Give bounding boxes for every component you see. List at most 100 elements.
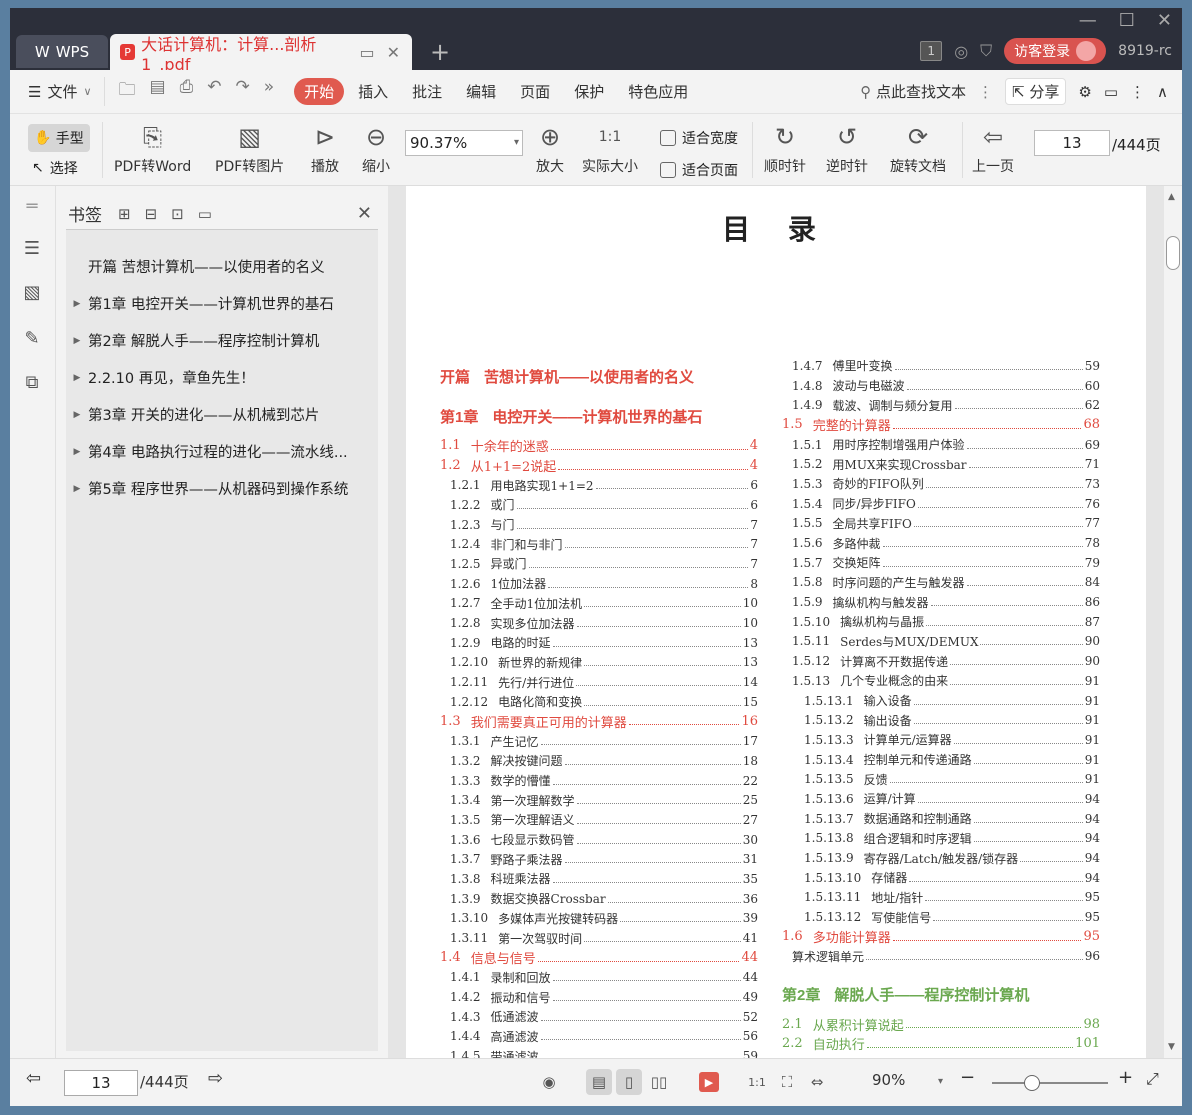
- image-extract-icon[interactable]: ⧉: [21, 372, 43, 394]
- bookmark-item[interactable]: ▶ 第5章 程序世界——从机器码到操作系统: [66, 470, 378, 507]
- toc-entry[interactable]: 1.2.6 1位加法器 8: [440, 574, 758, 594]
- monitor-icon[interactable]: ▭: [359, 43, 374, 62]
- toc-entry[interactable]: 1.4.5 带通滤波 59: [440, 1046, 758, 1058]
- fullscreen-icon[interactable]: ⤢: [1146, 1069, 1159, 1089]
- toc-entry[interactable]: 1.2.8 实现多位加法器 10: [440, 613, 758, 633]
- guest-login-button[interactable]: 访客登录: [1004, 38, 1107, 64]
- toc-entry[interactable]: 1.2.4 非门和与非门 7: [440, 534, 758, 554]
- tab-document[interactable]: P 大话计算机：计算...剖析1_.pdf ▭ ✕: [110, 34, 412, 74]
- close-window-icon[interactable]: ✕: [1157, 10, 1172, 31]
- toc-entry[interactable]: 1.4.9 载波、调制与频分复用 62: [782, 395, 1100, 415]
- expand-all-icon[interactable]: ⊞: [118, 205, 131, 223]
- toc-entry[interactable]: 1.5.9 擒纵机构与触发器 86: [782, 592, 1100, 612]
- zoom-slider[interactable]: [992, 1075, 1108, 1091]
- rotate-document-button[interactable]: ⟳ 旋转文档: [890, 122, 946, 176]
- collapse-handle-icon[interactable]: ═: [21, 196, 43, 218]
- scroll-up-icon[interactable]: ▲: [1168, 192, 1175, 202]
- continuous-view-icon[interactable]: ▯: [616, 1069, 642, 1095]
- toc-entry[interactable]: 1.5.2 用MUX来实现Crossbar 71: [782, 454, 1100, 474]
- expand-arrow-icon[interactable]: ▶: [66, 410, 88, 420]
- toc-entry[interactable]: 1.5.13 几个专业概念的由来 91: [782, 671, 1100, 691]
- expand-arrow-icon[interactable]: ▶: [66, 299, 88, 309]
- undo-icon[interactable]: ↶: [207, 77, 221, 106]
- save-icon[interactable]: ▤: [150, 77, 166, 106]
- toc-chapter-heading[interactable]: 第2章 解脱人手——程序控制计算机: [782, 974, 1100, 1014]
- play-slideshow-icon[interactable]: ▶: [699, 1072, 719, 1092]
- toc-entry[interactable]: 1.5.13.4 控制单元和传递通路 91: [782, 750, 1100, 770]
- toc-entry[interactable]: 1.3.2 解决按键问题 18: [440, 751, 758, 771]
- bookmark-list-icon[interactable]: ☰: [21, 238, 43, 260]
- collapse-all-icon[interactable]: ⊟: [145, 205, 158, 223]
- toc-entry[interactable]: 1.4.4 高通滤波 56: [440, 1027, 758, 1047]
- toc-entry[interactable]: 1.3 我们需要真正可用的计算器 16: [440, 712, 758, 732]
- toc-entry[interactable]: 1.5.13.3 计算单元/运算器 91: [782, 730, 1100, 750]
- tab-protect[interactable]: 保护: [564, 78, 614, 105]
- find-text-button[interactable]: ⚲ 点此查找文本: [860, 81, 966, 102]
- toc-entry[interactable]: 1.3.3 数学的懵懂 22: [440, 771, 758, 791]
- toc-entry[interactable]: 1.3.5 第一次理解语义 27: [440, 810, 758, 830]
- window-count-badge[interactable]: 1: [920, 41, 943, 61]
- toc-entry[interactable]: 1.2.10 新世界的新规律 13: [440, 653, 758, 673]
- toc-entry[interactable]: 1.4.8 波动与电磁波 60: [782, 376, 1100, 396]
- close-tab-icon[interactable]: ✕: [387, 43, 400, 62]
- vertical-dots-icon[interactable]: ⋮: [978, 83, 993, 101]
- toc-entry[interactable]: 1.4.7 傅里叶变换 59: [782, 356, 1100, 376]
- toc-entry[interactable]: 1.2.3 与门 7: [440, 515, 758, 535]
- toc-entry[interactable]: 1.5.13.2 输出设备 91: [782, 710, 1100, 730]
- toc-entry[interactable]: 1.5.13.8 组合逻辑和时序逻辑 94: [782, 829, 1100, 849]
- toc-entry[interactable]: 1.5.8 时序问题的产生与触发器 84: [782, 573, 1100, 593]
- fit-page-icon[interactable]: ⛶: [774, 1069, 800, 1095]
- zoom-slider-knob[interactable]: [1024, 1075, 1040, 1091]
- toc-entry[interactable]: 1.5.4 同步/异步FIFO 76: [782, 494, 1100, 514]
- prev-page-arrow-icon[interactable]: ⇦: [26, 1068, 41, 1089]
- actual-size-icon[interactable]: 1:1: [744, 1069, 770, 1095]
- toc-entry[interactable]: 2.2 自动执行 101: [782, 1034, 1100, 1054]
- toc-entry[interactable]: 1.2.12 电路化简和变换 15: [440, 692, 758, 712]
- annotation-icon[interactable]: ✎: [21, 328, 43, 350]
- tab-page[interactable]: 页面: [510, 78, 560, 105]
- toc-entry[interactable]: 1.3.4 第一次理解数学 25: [440, 790, 758, 810]
- scrollbar-thumb[interactable]: [1166, 236, 1180, 270]
- toc-entry[interactable]: 1.3.10 多媒体声光按键转码器 39: [440, 909, 758, 929]
- minimize-icon[interactable]: —: [1079, 10, 1097, 31]
- toc-chapter-heading[interactable]: 第1章 电控开关——计算机世界的基石: [440, 396, 758, 436]
- shirt-icon[interactable]: ⛉: [980, 41, 992, 61]
- select-tool-button[interactable]: ↖ 选择: [32, 158, 78, 178]
- pdf-to-word-button[interactable]: ⎘ PDF转Word: [114, 122, 191, 176]
- bookmark-item[interactable]: ▶ 第1章 电控开关——计算机世界的基石: [66, 285, 378, 322]
- double-page-view-icon[interactable]: ▯▯: [646, 1069, 672, 1095]
- fit-width-button[interactable]: 适合宽度: [660, 128, 738, 148]
- scroll-down-icon[interactable]: ▼: [1168, 1042, 1175, 1052]
- toc-entry[interactable]: 1.5.12 计算离不开数据传递 90: [782, 651, 1100, 671]
- tab-features[interactable]: 特色应用: [618, 78, 698, 105]
- bookmark-item[interactable]: ▶ 第2章 解脱人手——程序控制计算机: [66, 322, 378, 359]
- toc-entry[interactable]: 1.5.13.5 反馈 91: [782, 769, 1100, 789]
- vertical-scrollbar[interactable]: ▲ ▼: [1164, 186, 1182, 1058]
- toc-entry[interactable]: 算术逻辑单元 96: [782, 947, 1100, 967]
- new-tab-button[interactable]: +: [430, 38, 450, 66]
- open-folder-icon[interactable]: 🗀: [119, 77, 136, 106]
- toc-entry[interactable]: 1.3.7 野路子乘法器 31: [440, 849, 758, 869]
- next-page-arrow-icon[interactable]: ⇨: [208, 1068, 223, 1089]
- skin-icon[interactable]: ◎: [954, 42, 968, 61]
- toc-entry[interactable]: 1.5.13.11 地址/指针 95: [782, 888, 1100, 908]
- toc-entry[interactable]: 1.1 十余年的迷惑 4: [440, 436, 758, 456]
- zoom-out-button[interactable]: ⊖ 缩小: [362, 122, 390, 176]
- toc-entry[interactable]: 1.5.13.6 运算/计算 94: [782, 789, 1100, 809]
- toc-entry[interactable]: 1.5 完整的计算器 68: [782, 415, 1100, 435]
- toc-entry[interactable]: 1.5.5 全局共享FIFO 77: [782, 514, 1100, 534]
- fit-page-button[interactable]: 适合页面: [660, 160, 738, 180]
- toc-entry[interactable]: 1.3.11 第一次驾驭时间 41: [440, 928, 758, 948]
- toc-entry[interactable]: 1.2.2 或门 6: [440, 495, 758, 515]
- more-icon[interactable]: »: [264, 77, 274, 106]
- toc-entry[interactable]: 1.2.11 先行/并行进位 14: [440, 672, 758, 692]
- tab-annotate[interactable]: 批注: [402, 78, 452, 105]
- bookmark-settings-icon[interactable]: ▭: [198, 205, 212, 223]
- rotate-counterclockwise-button[interactable]: ↺ 逆时针: [826, 122, 868, 176]
- play-button[interactable]: ⊳ 播放: [311, 122, 339, 176]
- close-icon[interactable]: ✕: [357, 203, 378, 224]
- tab-start[interactable]: 开始: [294, 78, 345, 105]
- redo-icon[interactable]: ↷: [235, 77, 249, 106]
- expand-arrow-icon[interactable]: ▶: [66, 373, 88, 383]
- toc-entry[interactable]: 2.1 从累积计算说起 98: [782, 1014, 1100, 1034]
